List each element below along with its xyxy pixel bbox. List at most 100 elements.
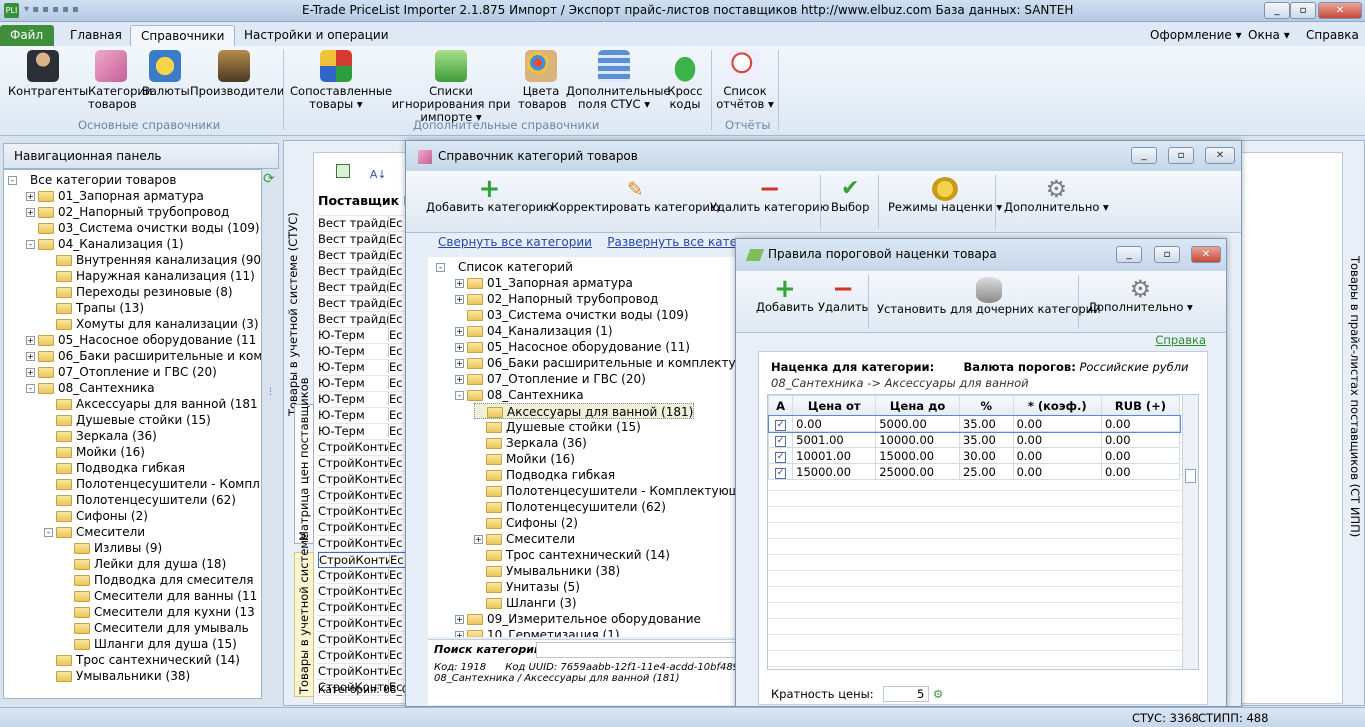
rule-cell[interactable]: 30.00: [958, 447, 1014, 464]
table-row[interactable]: СтройКонтинЕс: [318, 600, 412, 616]
tree-node[interactable]: Зеркала (36): [44, 428, 157, 444]
table-row[interactable]: СтройКонтинЕс: [318, 520, 412, 536]
collapse-icon[interactable]: -: [455, 391, 464, 400]
tree-node[interactable]: 03_Система очистки воды (109): [455, 307, 689, 323]
rule-cell[interactable]: 0.00: [1100, 447, 1181, 464]
expand-icon[interactable]: +: [455, 631, 464, 637]
tree-node[interactable]: Зеркала (36): [474, 435, 587, 451]
table-row[interactable]: Вест трайдинЕс: [318, 296, 412, 312]
active-checkbox[interactable]: ✓: [775, 468, 787, 479]
table-row[interactable]: СтройКонтинЕс: [318, 488, 412, 504]
tree-node[interactable]: Трапы (13): [44, 300, 144, 316]
nav-splitter[interactable]: ⋮: [266, 388, 275, 420]
rule-cell[interactable]: 0.00: [1100, 463, 1181, 480]
tree-node[interactable]: - Список категорий: [436, 259, 573, 275]
table-row[interactable]: ✓ 5001.00 10000.00 35.00 0.00 0.00: [768, 431, 1181, 448]
tree-node[interactable]: Переходы резиновые (8): [44, 284, 233, 300]
rule-cell[interactable]: 0.00: [1012, 463, 1102, 480]
table-row[interactable]: СтройКонтинЕс: [318, 440, 412, 456]
app-icon[interactable]: PLI: [4, 3, 19, 18]
select-button[interactable]: ✔ Выбор: [831, 177, 869, 214]
tab-stipp[interactable]: Товары в прайс-листах поставщиков (СТ ИП…: [1348, 256, 1362, 537]
tree-node[interactable]: 03_Система очистки воды (109): [26, 220, 260, 236]
expand-icon[interactable]: +: [455, 359, 464, 368]
table-row[interactable]: Ю-Терм Ес: [318, 360, 412, 376]
tree-node[interactable]: Полотенцесушители (62): [474, 499, 666, 515]
table-row[interactable]: Ю-Терм Ес: [318, 408, 412, 424]
rule-cell[interactable]: 0.00: [1100, 431, 1181, 448]
table-row[interactable]: Вест трайдинЕс: [318, 248, 412, 264]
menu-windows[interactable]: Окна ▾: [1242, 25, 1296, 46]
apply-children-button[interactable]: Установить для дочерних категорий: [877, 277, 1101, 316]
table-row[interactable]: СтройКонтинЕс: [318, 504, 412, 520]
tree-node[interactable]: - 04_Канализация (1): [26, 236, 184, 252]
rule-cell[interactable]: 5001.00: [792, 431, 877, 448]
categories-button[interactable]: Категории товаров: [88, 50, 152, 111]
tree-node[interactable]: +05_Насосное оборудование (11): [455, 339, 690, 355]
close-button[interactable]: ✕: [1318, 2, 1362, 19]
expand-icon[interactable]: +: [455, 295, 464, 304]
tree-node[interactable]: +01_Запорная арматура: [26, 188, 204, 204]
tree-node[interactable]: - Смесители: [44, 524, 145, 540]
category-search-input[interactable]: [536, 642, 736, 658]
tree-node[interactable]: - 08_Сантехника: [455, 387, 584, 403]
tree-node[interactable]: Трос сантехнический (14): [474, 547, 670, 563]
markup-more-button[interactable]: ⚙ Дополнительно ▾: [1088, 277, 1193, 314]
tree-node[interactable]: Мойки (16): [474, 451, 575, 467]
rules-grid[interactable]: A Цена от Цена до% * (коэф.) RUB (+) ✓ 0.00 50…: [767, 394, 1199, 670]
rule-cell[interactable]: 15000.00: [792, 463, 877, 480]
collapse-icon[interactable]: -: [8, 176, 17, 185]
expand-icon[interactable]: +: [455, 343, 464, 352]
tree-node[interactable]: Душевые стойки (15): [474, 419, 641, 435]
add-category-button[interactable]: + Добавить категорию: [426, 176, 553, 214]
refresh-icon[interactable]: ⟳: [263, 171, 279, 187]
tree-node[interactable]: Сифоны (2): [474, 515, 578, 531]
expand-icon[interactable]: +: [455, 375, 464, 384]
tab-stus-2[interactable]: Товары в учетной системе: [294, 533, 314, 697]
column-header[interactable]: A: [768, 395, 794, 416]
table-row[interactable]: Ю-Терм Ес: [318, 424, 412, 440]
tree-node[interactable]: Полотенцесушители - Компл: [44, 476, 260, 492]
rule-cell[interactable]: 10000.00: [875, 431, 960, 448]
tree-node[interactable]: + Смесители: [474, 531, 575, 547]
table-row[interactable]: Вест трайдинЕс: [318, 216, 412, 232]
rule-cell[interactable]: 15000.00: [875, 447, 960, 464]
table-row[interactable]: ✓ 10001.00 15000.00 30.00 0.00 0.00: [768, 447, 1181, 464]
dialog-minimize-button[interactable]: _: [1131, 147, 1157, 164]
expand-icon[interactable]: +: [455, 327, 464, 336]
tree-node[interactable]: Шланги (3): [474, 595, 577, 611]
table-row[interactable]: ✓ 0.00 5000.00 35.00 0.00 0.00: [768, 414, 1181, 433]
table-row[interactable]: Ю-Терм Ес: [318, 328, 412, 344]
tree-node[interactable]: Аксессуары для ванной (181): [474, 403, 695, 419]
menu-help[interactable]: Справка ▾: [1300, 25, 1365, 56]
tree-node[interactable]: Умывальники (38): [44, 668, 190, 684]
column-header[interactable]: Цена от: [792, 395, 877, 416]
tree-node[interactable]: Душевые стойки (15): [44, 412, 211, 428]
markup-close-button[interactable]: ✕: [1191, 246, 1221, 263]
collapse-icon[interactable]: -: [436, 263, 445, 272]
rules-scrollbar[interactable]: [1182, 395, 1198, 669]
markup-minimize-button[interactable]: _: [1116, 246, 1142, 263]
active-checkbox[interactable]: ✓: [775, 436, 787, 447]
cross-codes-button[interactable]: Кросс коды: [664, 50, 706, 111]
tree-node[interactable]: Полотенцесушители (62): [44, 492, 236, 508]
tab-price-matrix[interactable]: Матрица цен поставщиков: [294, 377, 314, 544]
table-row[interactable]: СтройКонтинЕс: [318, 472, 412, 488]
tree-node[interactable]: Смесители для умываль: [62, 620, 249, 636]
tree-node[interactable]: Хомуты для канализации (3): [44, 316, 259, 332]
tab-home[interactable]: Главная: [60, 25, 132, 46]
column-header[interactable]: RUB (+): [1100, 395, 1181, 416]
tree-node[interactable]: +01_Запорная арматура: [455, 275, 633, 291]
table-row[interactable]: СтройКонтинЕс: [318, 664, 412, 680]
help-link[interactable]: Справка: [1155, 333, 1206, 347]
table-row[interactable]: Ю-Терм Ес: [318, 392, 412, 408]
table-row[interactable]: СтройКонтинЕс: [318, 568, 412, 584]
category-tree[interactable]: - Список категорий +01_Запорная арматура +0…: [428, 257, 738, 637]
rule-cell[interactable]: 0.00: [1012, 415, 1102, 432]
table-row[interactable]: Вест трайдинЕс: [318, 312, 412, 328]
expand-icon[interactable]: +: [26, 352, 35, 361]
tree-node[interactable]: Трос сантехнический (14): [44, 652, 240, 668]
column-header[interactable]: Цена до: [875, 395, 960, 416]
table-row[interactable]: Ю-Терм Ес: [318, 376, 412, 392]
table-row[interactable]: Вест трайдинЕс: [318, 232, 412, 248]
